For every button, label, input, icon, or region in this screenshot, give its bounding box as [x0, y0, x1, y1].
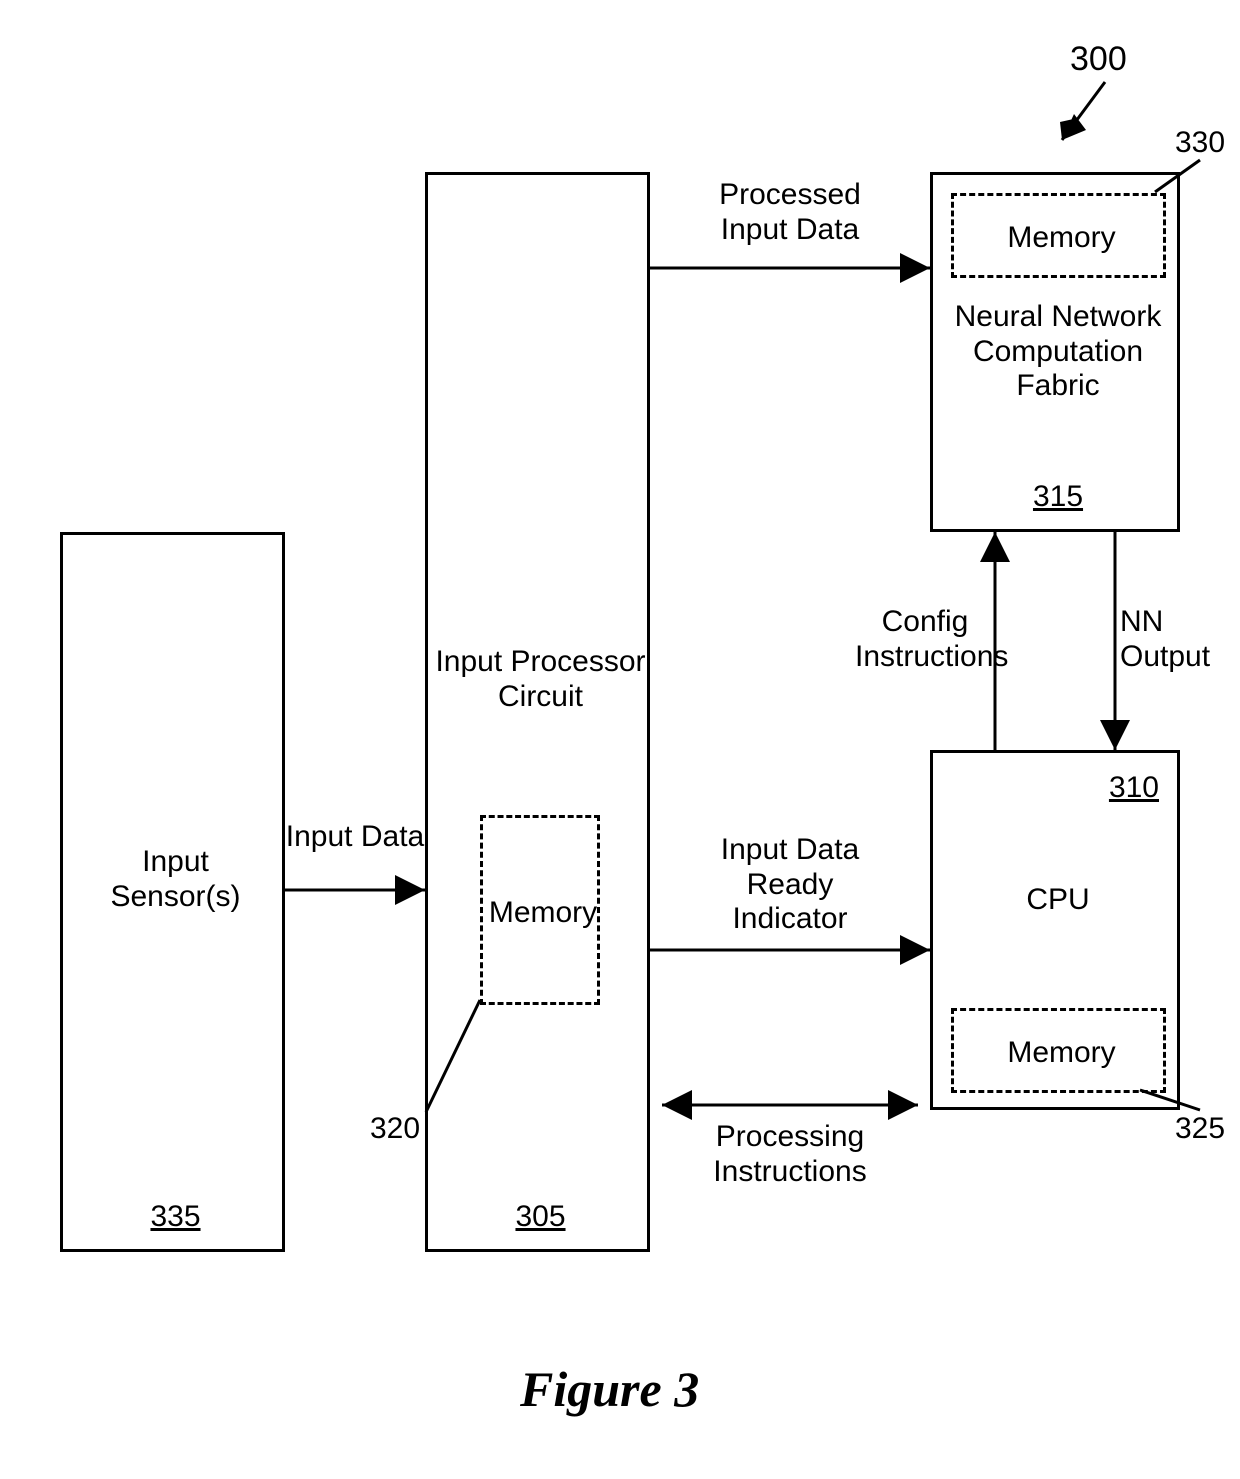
- block-input-processor-title: Input Processor Circuit: [428, 645, 653, 714]
- block-input-processor-ref: 305: [428, 1200, 653, 1235]
- block-input-sensors: Input Sensor(s) 335: [60, 532, 285, 1252]
- ref-330: 330: [1175, 126, 1225, 161]
- memory-input-processor-label: Memory: [483, 896, 603, 931]
- block-input-sensors-ref: 335: [63, 1200, 288, 1235]
- arrow-label-config-instructions: Config Instructions: [855, 605, 995, 674]
- arrow-label-input-data: Input Data: [285, 820, 425, 855]
- block-cpu: CPU 310 Memory: [930, 750, 1180, 1110]
- memory-cpu: Memory: [951, 1008, 1166, 1093]
- block-input-processor: Input Processor Circuit 305 Memory: [425, 172, 650, 1252]
- memory-cpu-label: Memory: [954, 1036, 1169, 1071]
- arrow-label-input-ready: Input Data Ready Indicator: [650, 833, 930, 937]
- diagram-stage: 300 Input Sensor(s) 335 Input Processor …: [0, 0, 1240, 1479]
- arrow-label-processing-instructions: Processing Instructions: [650, 1120, 930, 1189]
- memory-nn-fabric: Memory: [951, 193, 1166, 278]
- arrow-label-nn-output: NN Output: [1120, 605, 1220, 674]
- figure-number: 300: [1070, 40, 1127, 79]
- block-nn-fabric: Neural Network Computation Fabric 315 Me…: [930, 172, 1180, 532]
- block-nn-fabric-ref: 315: [933, 480, 1183, 515]
- ref-320: 320: [370, 1112, 420, 1147]
- memory-input-processor: Memory: [480, 815, 600, 1005]
- block-input-sensors-title: Input Sensor(s): [63, 845, 288, 914]
- block-cpu-title: CPU: [933, 883, 1183, 918]
- figure-caption: Figure 3: [520, 1360, 699, 1418]
- block-cpu-ref: 310: [1109, 771, 1159, 806]
- memory-nn-fabric-label: Memory: [954, 221, 1169, 256]
- block-nn-fabric-title: Neural Network Computation Fabric: [933, 300, 1183, 404]
- ref-325: 325: [1175, 1112, 1225, 1147]
- arrow-label-processed-input: Processed Input Data: [650, 178, 930, 247]
